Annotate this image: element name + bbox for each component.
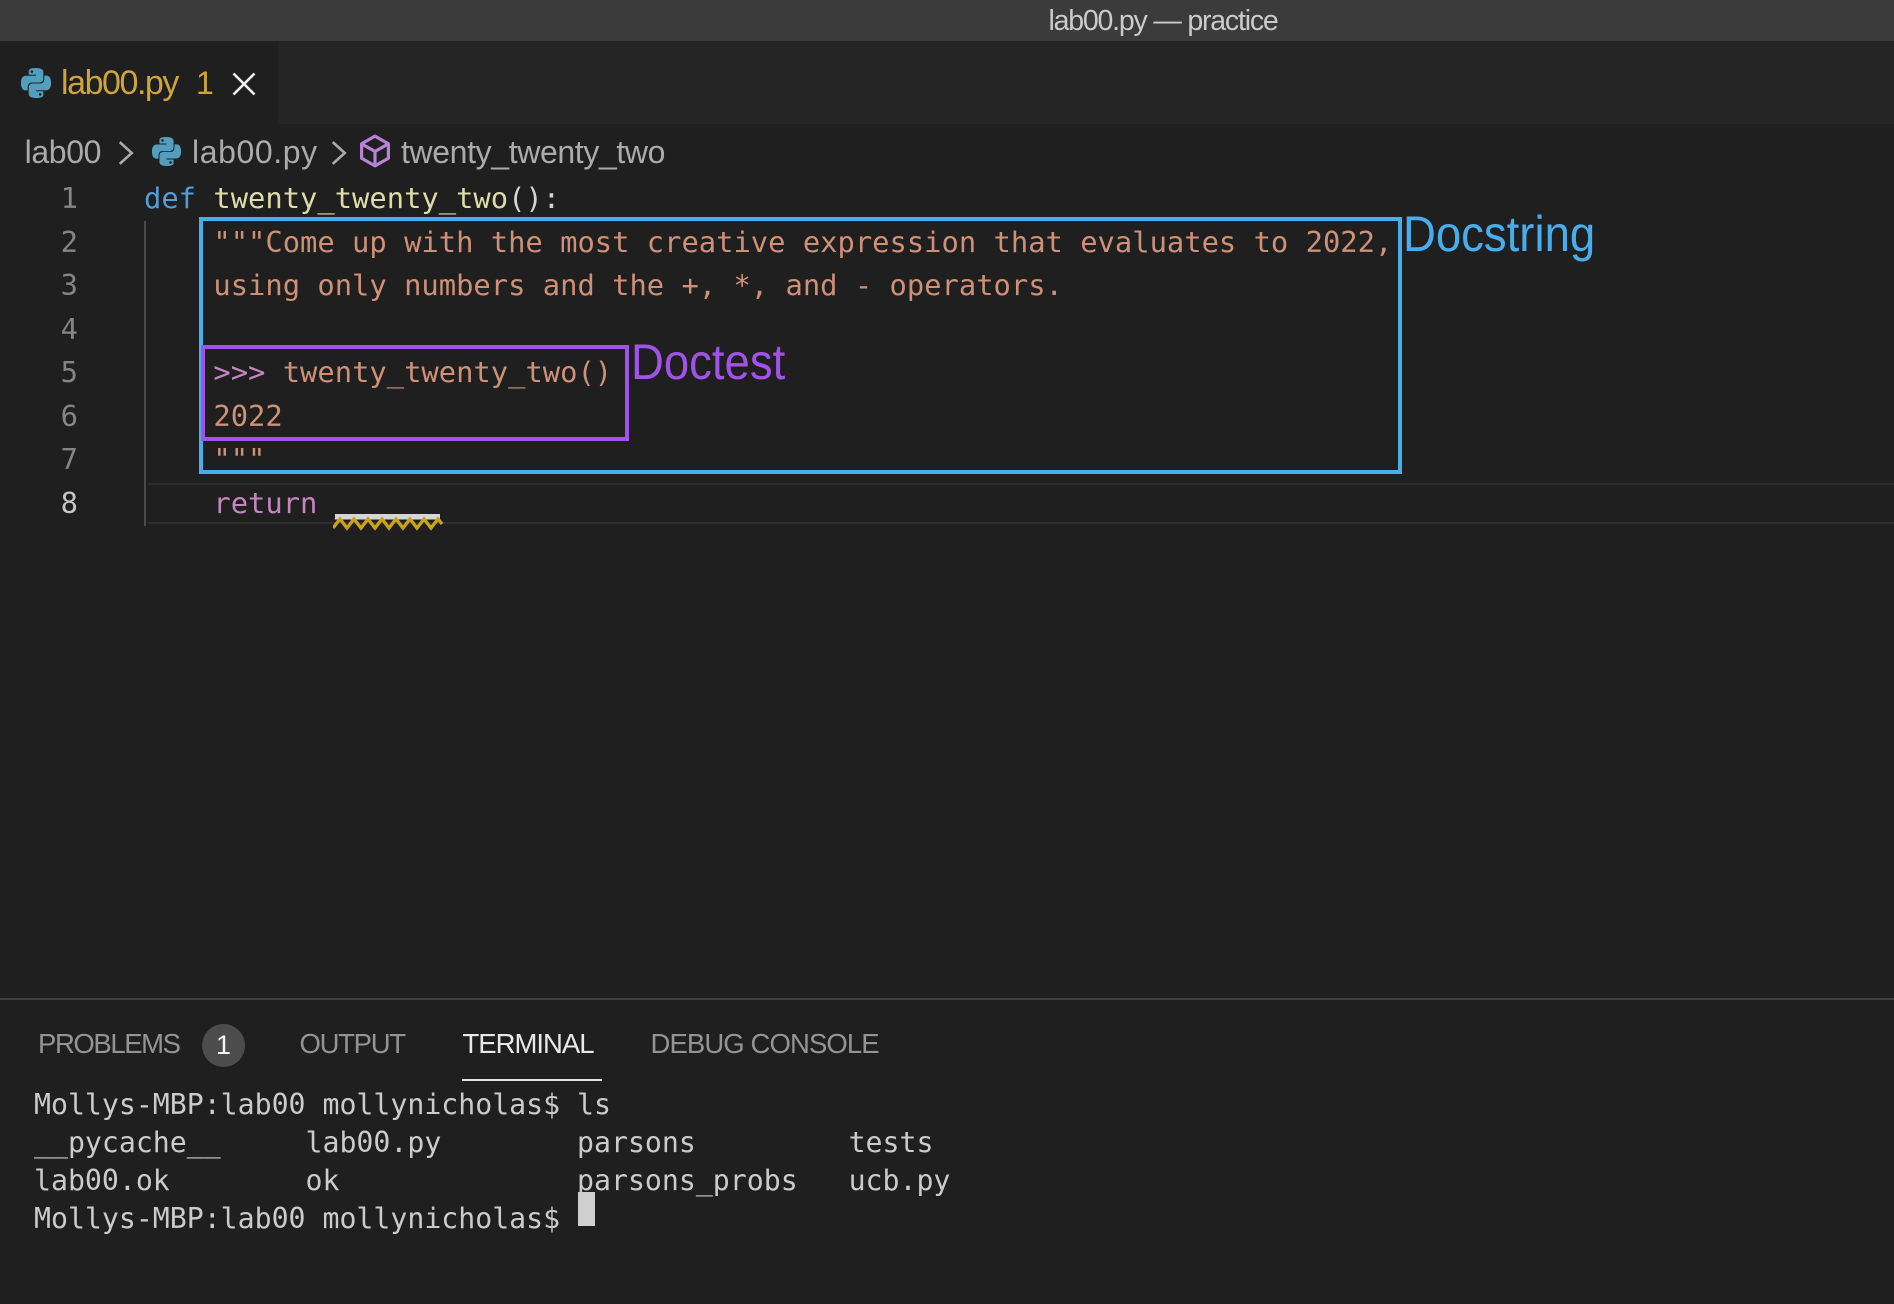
terminal-row: Mollys-MBP:lab00 mollynicholas$ [34, 1200, 950, 1238]
line-number: 8 [0, 482, 78, 526]
vscode-window: lab00.py — practice lab00.py 1 lab00 lab… [0, 0, 1894, 1304]
tab-problem-count: 1 [196, 65, 214, 102]
line-number: 1 [0, 177, 78, 221]
title-bar: lab00.py — practice [0, 0, 1894, 41]
terminal[interactable]: Mollys-MBP:lab00 mollynicholas$ ls__pyca… [34, 1086, 950, 1238]
editor[interactable]: 12345678 def twenty_twenty_two(): """Com… [0, 177, 1894, 997]
chevron-right-icon [323, 124, 353, 178]
breadcrumbs: lab00 lab00.py twenty_twenty_two [0, 124, 1894, 178]
tab-filename: lab00.py [61, 64, 178, 103]
tab-lab00py[interactable]: lab00.py 1 [0, 41, 278, 125]
terminal-cursor [578, 1192, 595, 1226]
python-icon [152, 124, 181, 178]
python-icon [21, 68, 51, 98]
chevron-right-icon [110, 124, 140, 178]
doctest-annotation-box [201, 345, 629, 441]
warning-squiggle [333, 517, 443, 531]
terminal-row: Mollys-MBP:lab00 mollynicholas$ ls [34, 1086, 950, 1124]
doctest-annotation-label: Doctest [631, 337, 785, 387]
panel-tab-output[interactable]: OUTPUT [300, 1030, 405, 1058]
line-number: 5 [0, 351, 78, 395]
panel-top-border [0, 998, 1894, 1000]
panel-tab-problems[interactable]: PROBLEMS [38, 1030, 180, 1058]
breadcrumb-symbol[interactable]: twenty_twenty_two [401, 124, 665, 178]
problems-count-badge: 1 [202, 1024, 245, 1067]
panel-tab-terminal[interactable]: TERMINAL [463, 1030, 594, 1058]
line-number: 6 [0, 395, 78, 439]
line-number: 4 [0, 308, 78, 352]
symbol-method-cube-icon [358, 124, 392, 178]
breadcrumb-file[interactable]: lab00.py [192, 124, 318, 178]
code-line: def twenty_twenty_two(): [144, 177, 560, 221]
window-title: lab00.py — practice [1048, 0, 1277, 42]
breadcrumb-folder[interactable]: lab00 [25, 124, 102, 178]
terminal-row: lab00.ok ok parsons_probs ucb.py [34, 1162, 950, 1200]
close-icon[interactable] [232, 72, 256, 96]
docstring-annotation-label: Docstring [1403, 209, 1595, 259]
panel-tab-debug-console[interactable]: DEBUG CONSOLE [651, 1030, 879, 1058]
line-number: 7 [0, 438, 78, 482]
terminal-row: __pycache__ lab00.py parsons tests [34, 1124, 950, 1162]
line-number: 3 [0, 264, 78, 308]
tab-bar: lab00.py 1 [0, 41, 1894, 125]
line-number: 2 [0, 221, 78, 265]
terminal-tab-underline [462, 1079, 603, 1082]
